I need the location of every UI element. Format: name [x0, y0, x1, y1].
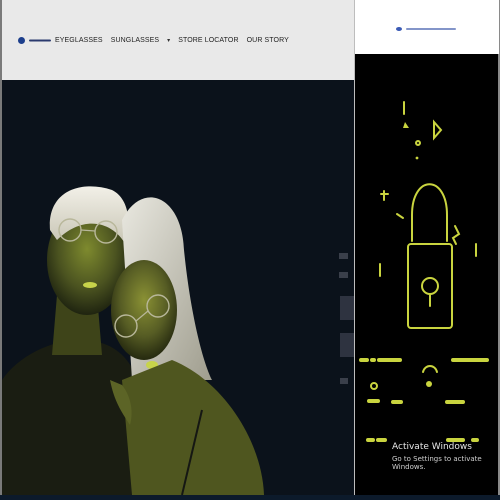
taskbar [0, 495, 500, 500]
hero-section [2, 80, 354, 495]
hidden-form-text [340, 378, 348, 384]
nav-store-locator[interactable]: STORE LOCATOR [178, 37, 238, 44]
nav-eyeglasses[interactable]: EYEGLASSES [55, 37, 103, 44]
logo-wordmark-icon [406, 28, 456, 30]
chevron-down-icon[interactable]: ▾ [167, 37, 170, 44]
lock-illustration-icon [359, 101, 489, 442]
hidden-form-text [339, 272, 348, 278]
logo-mark-icon [396, 27, 402, 31]
hidden-form-input[interactable] [340, 333, 354, 357]
overlay-logo [396, 27, 456, 31]
hero-image [2, 186, 264, 495]
nav-sunglasses[interactable]: SUNGLASSES [111, 37, 159, 44]
brand-logo[interactable] [18, 37, 51, 44]
logo-wordmark-icon [29, 39, 51, 42]
watermark-title: Activate Windows [392, 442, 472, 452]
site-header: EYEGLASSES SUNGLASSES ▾ STORE LOCATOR OU… [2, 0, 354, 80]
overlay-header [355, 0, 499, 54]
overlay-panel [354, 0, 499, 495]
hidden-form-input[interactable] [340, 296, 354, 320]
logo-mark-icon [18, 37, 25, 44]
main-nav: EYEGLASSES SUNGLASSES ▾ STORE LOCATOR OU… [55, 37, 289, 44]
hidden-form-text [339, 253, 348, 259]
nav-our-story[interactable]: OUR STORY [247, 37, 289, 44]
watermark-subtitle: Go to Settings to activate Windows. [392, 455, 482, 471]
activate-windows-watermark: Activate Windows Go to Settings to activ… [392, 442, 500, 471]
